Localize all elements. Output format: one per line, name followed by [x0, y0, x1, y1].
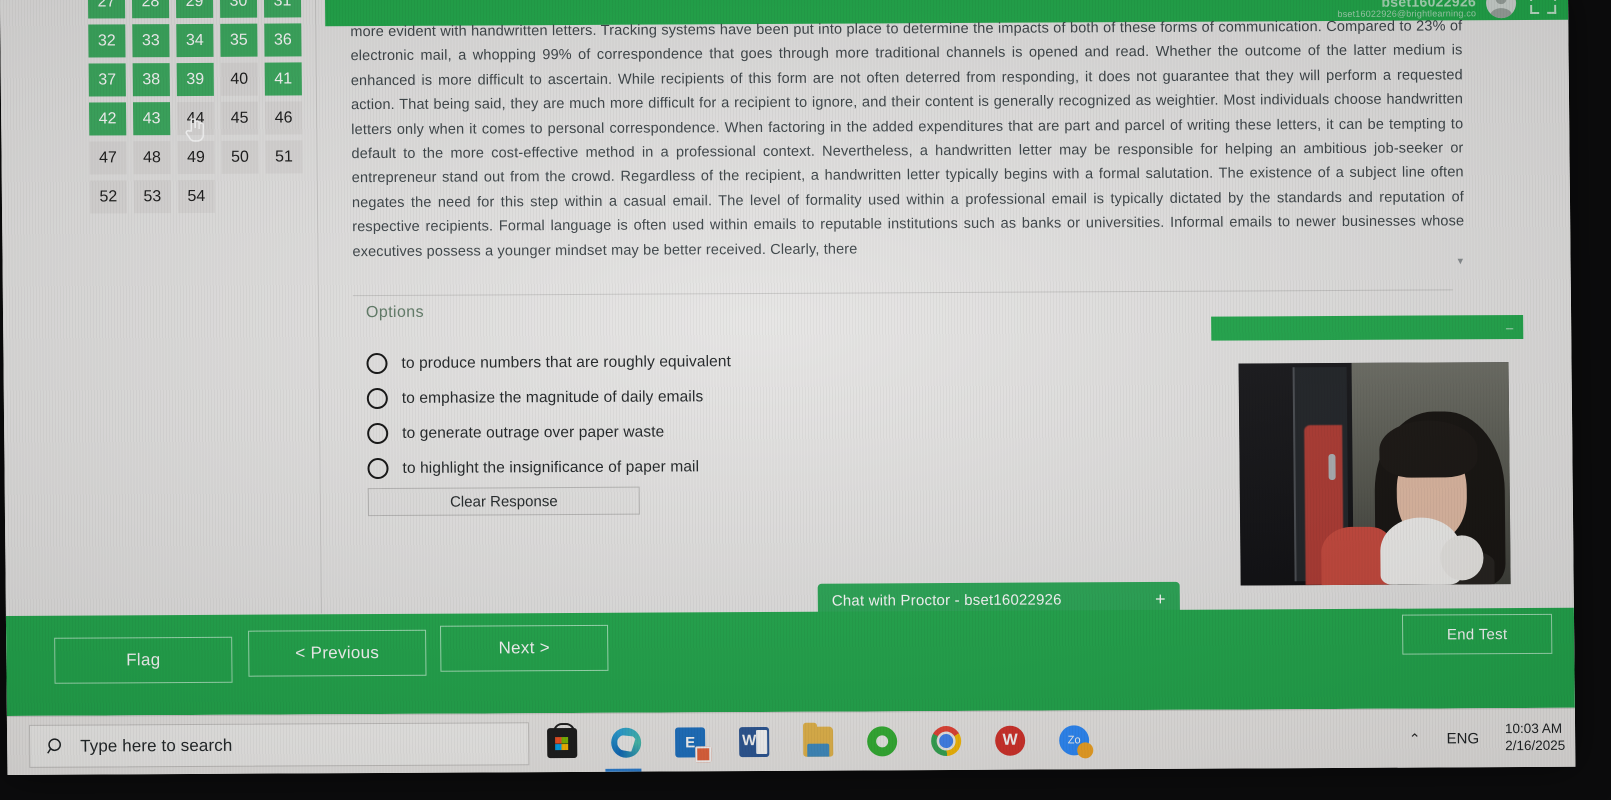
fullscreen-icon[interactable]: [1529, 0, 1557, 14]
green-app-icon[interactable]: [867, 726, 898, 757]
answer-option[interactable]: to produce numbers that are roughly equi…: [366, 342, 1066, 381]
screen-bezel: bset16022926 bset16022926@brightlearning…: [0, 0, 1611, 800]
search-input[interactable]: Type here to search: [28, 722, 530, 768]
exam-action-bar: Flag < Previous Next > End Test: [5, 607, 1575, 716]
question-number-30[interactable]: 30: [219, 0, 258, 18]
question-number-41[interactable]: 41: [264, 62, 302, 96]
microsoft-onenote-icon[interactable]: [675, 727, 706, 758]
question-palette-row: 27 28 29 30 31: [87, 0, 313, 19]
question-number-47[interactable]: 47: [89, 141, 127, 175]
question-number-28[interactable]: 28: [131, 0, 170, 19]
clock[interactable]: 10:03 AM 2/16/2025: [1505, 721, 1565, 755]
microsoft-word-icon[interactable]: [739, 726, 770, 758]
pane-divider: [314, 0, 322, 614]
answer-option-label: to emphasize the magnitude of daily emai…: [401, 387, 704, 407]
question-palette-row: 47 48 49 50 51: [89, 140, 314, 175]
question-number-31[interactable]: 31: [263, 0, 302, 18]
options-label: Options: [365, 303, 425, 322]
webcam-titlebar: –: [1211, 315, 1524, 341]
question-number-27[interactable]: 27: [87, 0, 126, 19]
question-number-29[interactable]: 29: [175, 0, 214, 19]
question-number-40[interactable]: 40: [220, 62, 258, 96]
question-navigation-palette[interactable]: 27 28 29 30 31 32 33 34 35 36 37 38 39 40 41 42 43 44 45 46…: [87, 0, 315, 220]
microsoft-edge-icon[interactable]: [611, 727, 642, 758]
question-number-32[interactable]: 32: [88, 24, 126, 58]
webcam-video-feed: [1238, 362, 1511, 586]
radio-button-icon[interactable]: [367, 422, 389, 445]
question-number-33[interactable]: 33: [132, 24, 170, 58]
question-number-38[interactable]: 38: [132, 63, 170, 97]
question-number-53[interactable]: 53: [133, 180, 172, 214]
passage-pane[interactable]: more evident with handwritten letters. T…: [350, 14, 1471, 282]
flag-button[interactable]: Flag: [54, 636, 233, 684]
mouse-cursor-hand-icon: [185, 118, 205, 142]
question-number-35[interactable]: 35: [220, 23, 258, 57]
question-number-34[interactable]: 34: [176, 23, 214, 58]
answer-option-label: to produce numbers that are roughly equi…: [401, 352, 732, 372]
chat-title: Chat with Proctor - bset16022926: [831, 590, 1062, 610]
radio-button-icon[interactable]: [366, 352, 388, 375]
radio-button-icon[interactable]: [366, 387, 388, 410]
next-question-button[interactable]: Next >: [440, 624, 609, 672]
question-number-48[interactable]: 48: [133, 141, 171, 175]
question-number-46[interactable]: 46: [264, 101, 303, 135]
answer-options-list[interactable]: to produce numbers that are roughly equi…: [366, 342, 1067, 486]
google-chrome-icon[interactable]: [931, 725, 962, 757]
search-icon: [47, 737, 61, 754]
question-number-50[interactable]: 50: [221, 140, 259, 174]
end-test-button[interactable]: End Test: [1401, 613, 1553, 655]
answer-option-label: to highlight the insignificance of paper…: [402, 457, 700, 477]
zoom-icon[interactable]: [1059, 725, 1094, 759]
chat-expand-icon[interactable]: +: [1155, 588, 1166, 609]
question-number-52[interactable]: 52: [89, 180, 128, 214]
microsoft-store-icon[interactable]: [547, 727, 578, 759]
exam-application: bset16022926 bset16022926@brightlearning…: [0, 0, 1575, 716]
question-number-37[interactable]: 37: [88, 63, 126, 97]
section-divider: [352, 289, 1453, 297]
answer-option-label: to generate outrage over paper waste: [402, 423, 665, 442]
file-explorer-icon[interactable]: [803, 726, 834, 757]
windows-taskbar: Type here to search ⌃ ENG: [6, 707, 1576, 775]
question-number-51[interactable]: 51: [265, 140, 303, 174]
avatar[interactable]: [1485, 0, 1517, 19]
clear-response-button[interactable]: Clear Response: [367, 486, 640, 517]
question-number-54[interactable]: 54: [177, 179, 216, 214]
question-number-45[interactable]: 45: [220, 101, 259, 135]
proctor-webcam-panel: –: [1211, 315, 1526, 595]
clock-time: 10:03 AM: [1504, 720, 1563, 737]
taskbar-running-indicator: [605, 768, 642, 772]
wps-office-icon[interactable]: [995, 725, 1026, 756]
question-number-36[interactable]: 36: [264, 23, 302, 57]
show-hidden-icons-caret[interactable]: ⌃: [1409, 730, 1421, 747]
answer-option[interactable]: to generate outrage over paper waste: [367, 412, 1067, 451]
question-number-42[interactable]: 42: [88, 102, 127, 136]
answer-option[interactable]: to highlight the insignificance of paper…: [367, 447, 1067, 486]
zoom-badge: [1077, 742, 1094, 759]
taskbar-system-tray: ⌃ ENG 10:03 AM 2/16/2025: [1409, 713, 1566, 764]
radio-button-icon[interactable]: [367, 457, 389, 480]
search-placeholder: Type here to search: [80, 735, 233, 756]
scroll-down-caret-icon[interactable]: ▾: [1458, 254, 1464, 267]
previous-question-button[interactable]: < Previous: [248, 629, 427, 677]
captured-screen: bset16022926 bset16022926@brightlearning…: [0, 0, 1576, 775]
question-number-43[interactable]: 43: [132, 102, 171, 136]
answer-option[interactable]: to emphasize the magnitude of daily emai…: [366, 377, 1067, 416]
taskbar-app-icons: [547, 717, 1094, 766]
language-indicator[interactable]: ENG: [1446, 730, 1479, 747]
clock-date: 2/16/2025: [1505, 737, 1566, 754]
question-number-49[interactable]: 49: [177, 140, 215, 175]
question-palette-row: 37 38 39 40 41: [88, 62, 314, 97]
question-palette-row: 32 33 34 35 36: [88, 23, 313, 58]
question-palette-row: 52 53 54: [89, 179, 315, 214]
question-number-39[interactable]: 39: [176, 62, 214, 97]
webcam-minimize-icon[interactable]: –: [1506, 320, 1513, 335]
passage-text: more evident with handwritten letters. T…: [350, 18, 1465, 260]
